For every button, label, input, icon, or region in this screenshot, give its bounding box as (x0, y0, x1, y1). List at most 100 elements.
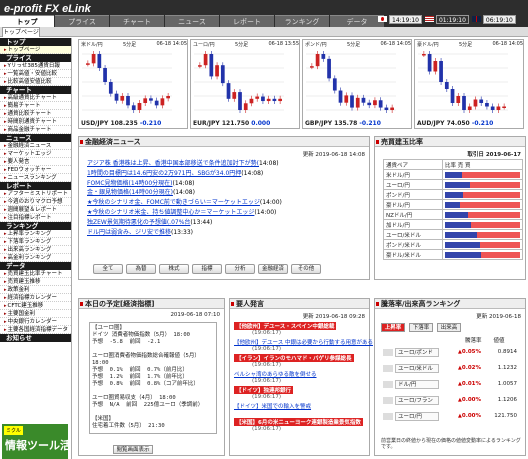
tab-0[interactable]: トップ (0, 15, 54, 27)
sidebar-item[interactable]: 出来高ランキング (0, 246, 71, 254)
position-pair[interactable]: NZドル/円 (383, 209, 443, 220)
sidebar-item[interactable]: 中央銀行カレンダー (0, 318, 71, 326)
tab-1[interactable]: プライス (55, 15, 109, 27)
sidebar-section-1[interactable]: プライス (0, 54, 71, 62)
schedule-text[interactable]: 【ユーロ圏】 ドイツ 消費者物価指数（5月） 18:00 予想 -5.8 前回 … (89, 322, 217, 434)
sidebar-item[interactable]: 経済指標カレンダー (0, 294, 71, 302)
speech-link[interactable]: ペルシャ湾のあらゆる敵を倒せる (234, 370, 317, 378)
news-item: ★今秋のシナリオ米金、持ち値調整中心か＝マーケットエッジ(14:00) (79, 208, 369, 218)
position-ratio-bar (445, 191, 520, 198)
jp-flag-icon (378, 16, 387, 22)
sidebar-section-3[interactable]: ニュース (0, 134, 71, 142)
sidebar-item[interactable]: Yリっせ385通貨日報 (0, 62, 71, 70)
ranking-tab-2[interactable]: 出来高 (437, 323, 461, 332)
sidebar-item[interactable]: ニュースランキング (0, 174, 71, 182)
schedule-view-button[interactable]: 閲覧画面表示 (113, 445, 153, 454)
sidebar-item[interactable]: 政策金利 (0, 286, 71, 294)
sidebar-item[interactable]: マーケットエッジ (0, 150, 71, 158)
chart-aud-jpy[interactable]: 豪ドル/円 5分足 06-18 14:05 AUD/JPY 74.050 -0.210 (414, 39, 524, 129)
position-pair[interactable]: ユーロ/米ドル (383, 229, 443, 240)
tab-5[interactable]: ランキング (275, 15, 329, 27)
news-filter-button[interactable]: 金融経済 (258, 264, 288, 274)
chart-eur-jpy[interactable]: ユーロ/円 5分足 06-18 13:55 EUR/JPY 121.750 0.000 (190, 39, 300, 129)
speech-tag[interactable]: 【イラン】イランのモハマド・バゲリ参謀総長 (234, 354, 354, 362)
news-link[interactable]: アジア株 香港株は上昇、香港中国本部移送で条件追加討下が勢( (87, 160, 259, 167)
position-pair[interactable]: ポンド/米ドル (383, 239, 443, 250)
sidebar-item[interactable]: 売買建玉比率チャート (0, 270, 71, 278)
speech-link[interactable]: 【他欧州】デユース 中銀は必要から行動する用意がある (234, 338, 373, 346)
news-link[interactable]: ★今秋のシナリオ金、FOMC前で動きづらい＝マーケットエッジ (87, 199, 260, 206)
speech-tag[interactable]: 【他欧州】デユース・スペイン中銀総裁 (234, 322, 337, 330)
sidebar-item[interactable]: 簡易チャート (0, 102, 71, 110)
speech-tag[interactable]: 【ドイツ】独連邦銀行 (234, 386, 294, 394)
ranking-row[interactable]: ユーロ/円0.00% 121.750 (383, 411, 523, 421)
sidebar-item[interactable]: 一覧高値・安値比較 (0, 70, 71, 78)
tool-banner[interactable]: ミクル 情報ツール活用術 (2, 424, 68, 459)
news-filter-button[interactable]: その他 (291, 264, 321, 274)
sidebar-item[interactable]: 今週のおりマクロ予想 (0, 198, 71, 206)
sidebar-item[interactable]: 主要各国経済指標データ (0, 326, 71, 334)
news-link[interactable]: 金・銀見物価格(14時00分現在) (87, 189, 173, 196)
sidebar-item[interactable]: 売買建玉推移 (0, 278, 71, 286)
sidebar-item[interactable]: 比較高値安値比較 (0, 78, 71, 86)
news-link[interactable]: FOMC見物価格(14時00分現在) (87, 180, 173, 187)
news-filter-button[interactable]: 株式 (159, 264, 189, 274)
position-bar-cell (442, 189, 523, 200)
position-pair[interactable]: 豪ドル/円 (383, 199, 443, 210)
sidebar-section-7[interactable]: お知らせ (0, 334, 71, 342)
sidebar-item[interactable]: トップページ (0, 46, 71, 54)
sidebar-section-5[interactable]: ランキング (0, 222, 71, 230)
sidebar-item[interactable]: 高級通貨比チャート (0, 94, 71, 102)
tab-top-page[interactable]: トップページ (2, 27, 40, 37)
news-filter-button[interactable]: 全て (93, 264, 123, 274)
sidebar-item[interactable]: CFTC建玉推移 (0, 302, 71, 310)
news-filter-button[interactable]: 指標 (192, 264, 222, 274)
sidebar-item[interactable]: 注目指標レポート (0, 214, 71, 222)
sidebar-item[interactable]: 週間展望＆レポート (0, 206, 71, 214)
tab-6[interactable]: データ (330, 15, 384, 27)
news-filter-button[interactable]: 為替 (126, 264, 156, 274)
sidebar-item[interactable]: 上昇率ランキング (0, 230, 71, 238)
sidebar-item[interactable]: FEDウォッチャー (0, 166, 71, 174)
chart-usd-jpy[interactable]: 米ドル/円 5分足 06-18 14:05 USD/JPY 108.235 -0.21… (78, 39, 188, 129)
chart-gbp-jpy[interactable]: ポンド/円 5分足 06-18 14:05 GBP/JPY 135.78 -0.210 (302, 39, 412, 129)
sidebar-item[interactable]: 金融経済ニュース (0, 142, 71, 150)
sidebar-item[interactable]: 時間別通貨チャート (0, 118, 71, 126)
sidebar-item[interactable]: 高金利ランキング (0, 254, 71, 262)
sidebar-section-6[interactable]: データ (0, 262, 71, 270)
news-link[interactable]: 独ZEW景気期待悪化の予想値(.07%台 (87, 219, 190, 226)
sidebar-section-2[interactable]: チャート (0, 86, 71, 94)
sidebar-item[interactable]: 下落率ランキング (0, 238, 71, 246)
ranking-row[interactable]: ドル/円0.01% 1.0057 (383, 379, 523, 389)
sidebar-item[interactable]: アフターミストリポート (0, 190, 71, 198)
position-pair[interactable]: 豪ドル/米ドル (383, 249, 443, 260)
sidebar-item[interactable]: 通貨比較チャート (0, 110, 71, 118)
sidebar-item[interactable]: 商品金融チャート (0, 126, 71, 134)
position-pair[interactable]: ユーロ/円 (383, 179, 443, 190)
ranking-row[interactable]: ユーロ/ポンド0.05% 0.8914 (383, 347, 523, 357)
position-ratio-bar (445, 181, 520, 188)
ranking-row[interactable]: ユーロ/フラン0.00% 1.1206 (383, 395, 523, 405)
news-link[interactable]: ★今秋のシナリオ米金、持ち値調整中心か＝マーケットエッジ (87, 209, 254, 216)
tab-2[interactable]: チャート (110, 15, 164, 27)
ranking-tab-0[interactable]: 上昇率 (381, 323, 405, 332)
sidebar-item[interactable]: 要人発言 (0, 158, 71, 166)
tab-4[interactable]: レポート (220, 15, 274, 27)
sidebar-item[interactable]: 主要国金利 (0, 310, 71, 318)
sidebar-section-0[interactable]: トップ (0, 38, 71, 46)
app-logo[interactable]: e-profit FX eLink (4, 3, 91, 15)
speech-link[interactable]: 【ドイツ】米国での輸入を警戒 (234, 402, 311, 410)
sub-tab-bar (0, 27, 528, 37)
news-filter-button[interactable]: 分析 (225, 264, 255, 274)
ranking-change: 0.00% (439, 413, 481, 419)
position-pair[interactable]: ポンド/円 (383, 189, 443, 200)
news-link[interactable]: ドル円は弱含み、ジリ安で推移 (87, 229, 171, 236)
speech-tag[interactable]: 【米国】6月の米ニューヨーク連銀製造業景気指数 (234, 418, 363, 426)
position-pair[interactable]: 米ドル/円 (383, 169, 443, 180)
ranking-row[interactable]: ユーロ/米ドル0.02% 1.1232 (383, 363, 523, 373)
ranking-tab-1[interactable]: 下落率 (409, 323, 433, 332)
sidebar-section-4[interactable]: レポート (0, 182, 71, 190)
tab-3[interactable]: ニュース (165, 15, 219, 27)
news-link[interactable]: 1時間の目標円は14.6円安の2万971円、SBGが34.0円押 (87, 170, 241, 177)
position-pair[interactable]: 加ドル/円 (383, 219, 443, 230)
